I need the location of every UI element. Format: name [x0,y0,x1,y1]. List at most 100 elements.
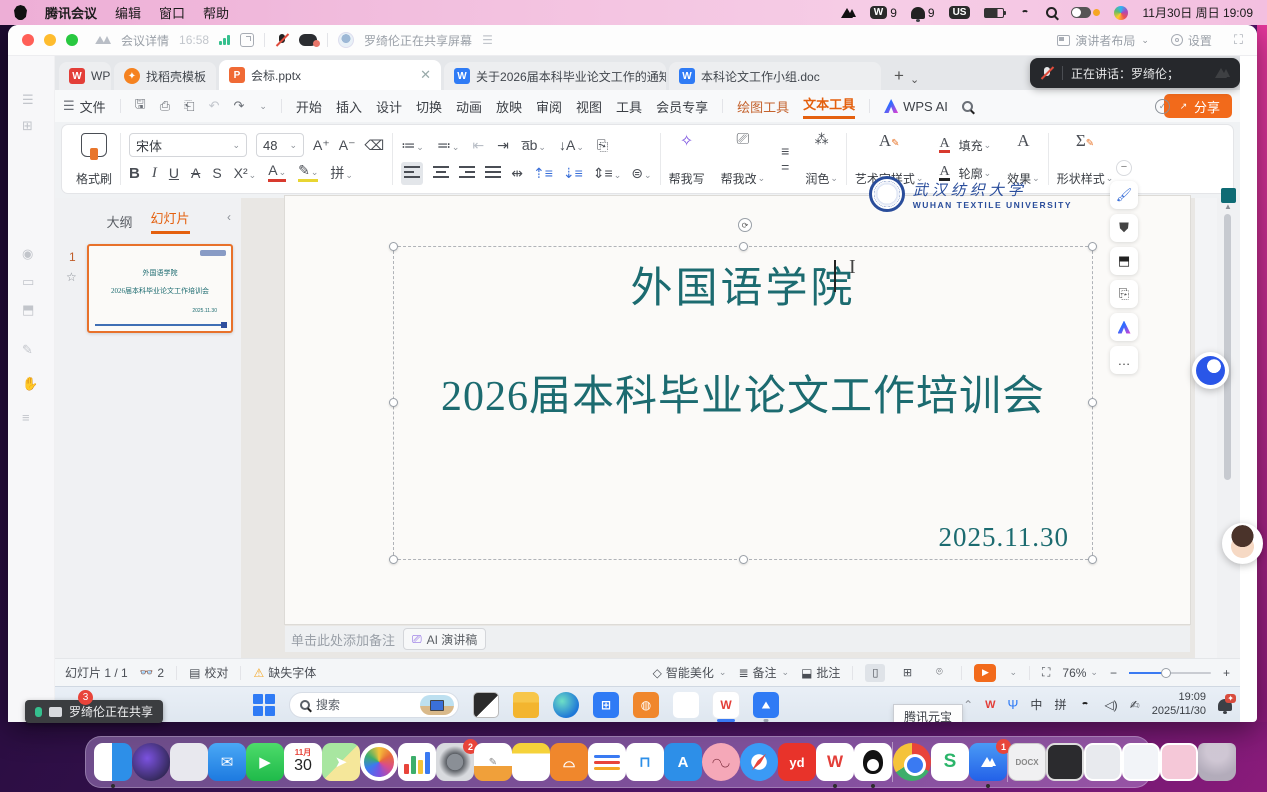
highlight-color-button[interactable]: ✎⌄ [298,164,318,182]
ime-mode[interactable]: 拼 [1054,696,1066,713]
superscript-button[interactable]: X²⌄ [234,165,257,181]
dock-minimized-docx[interactable]: DOCX [1008,743,1046,781]
sharer-list-icon[interactable]: ☰ [482,33,493,47]
style-brush-button[interactable]: 🖌 [1110,181,1138,209]
justify-button[interactable] [485,165,501,182]
slide-date[interactable]: 2025.11.30 [793,522,1093,553]
tray-clock[interactable]: 19:09 2025/11/30 [1152,691,1206,719]
char-spacing-button[interactable]: a̅b⌄ [522,137,546,153]
menu-transition[interactable]: 切换 [416,97,442,116]
print-icon[interactable]: ⎗ [184,98,194,114]
dock-qq-icon[interactable] [854,743,892,781]
dock-keynote-icon[interactable]: ⊓ [626,743,664,781]
resize-handle-n[interactable] [739,242,748,251]
present-device-button[interactable]: ⬒ [1110,247,1138,275]
new-tab-button[interactable]: + [894,66,904,86]
wifi-icon[interactable] [1018,8,1032,18]
notification-bell-item[interactable]: 9 [911,6,935,20]
menubar-edit[interactable]: 编辑 [115,3,141,22]
menubar-help[interactable]: 帮助 [203,3,229,22]
slides-tab[interactable]: 幻灯片 [151,208,190,234]
close-tab-icon[interactable]: ✕ [420,67,431,83]
export-icon[interactable]: ⎙ [160,98,170,114]
menu-view[interactable]: 视图 [576,97,602,116]
slide-title[interactable]: 外国语学院 [393,254,1093,315]
slide-thumbnail[interactable]: 外国语学院 2026届本科毕业论文工作培训会 2025.11.30 [87,244,233,333]
apple-menu-icon[interactable] [14,5,27,20]
menu-insert[interactable]: 插入 [336,97,362,116]
document-tab-group[interactable]: W 本科论文工作小组.doc [669,62,881,90]
meeting-status-icon[interactable] [841,8,856,18]
mic-muted-icon[interactable] [275,33,289,47]
zoom-in-button[interactable]: + [1223,666,1230,680]
zoom-slider-handle[interactable] [1161,668,1171,678]
normal-view-button[interactable]: ▯ [865,664,885,682]
smart-beautify-button[interactable]: ◇智能美化⌄ [653,664,727,681]
dock-textedit-icon[interactable]: ✎ [474,743,512,781]
bullet-list-button[interactable]: ≔⌄ [401,137,424,154]
compare-lines-icon[interactable]: ≡= [773,129,797,189]
dock-notes-icon[interactable] [512,743,550,781]
ime-language[interactable]: 中 [1030,696,1042,713]
share-button[interactable]: ↗ 分享 [1164,94,1232,118]
dock-siri-icon[interactable] [132,743,170,781]
wps-menubar-item[interactable]: W9 [870,6,897,20]
font-size-select[interactable]: 48⌄ [256,133,304,157]
tray-expand-chevron[interactable]: ⌃ [963,698,973,712]
dock-maps-icon[interactable]: ➤ [322,743,360,781]
chat-icon[interactable]: ▭ [22,274,34,290]
increase-font-button[interactable]: A⁺ [313,137,330,154]
dock-meeting-icon[interactable]: 1 [969,743,1007,781]
dock-youdao-icon[interactable]: yd [778,743,816,781]
align-center-button[interactable] [433,165,449,182]
camera-off-icon[interactable] [299,34,317,46]
active-document-tab[interactable]: P 会标.pptx ✕ [219,60,441,90]
hamburger-icon[interactable]: ☰ [22,92,34,108]
vertical-align-button[interactable]: ⊜⌄ [631,165,651,182]
ai-edit-button[interactable]: ⎚ 帮我改⌄ [713,129,774,189]
dock-reminders-icon[interactable] [588,743,626,781]
tray-wifi-icon[interactable] [1078,700,1092,710]
file-menu[interactable]: ☰文件 [63,97,106,116]
rotate-handle[interactable]: ⟳ [738,218,752,232]
layout-switch-button[interactable]: 演讲者布局⌄ [1057,32,1149,49]
resize-handle-sw[interactable] [389,555,398,564]
menu-animation[interactable]: 动画 [456,97,482,116]
dock-stocks-icon[interactable] [398,743,436,781]
notes-placeholder[interactable]: 单击此处添加备注 [291,630,395,649]
zoom-slider[interactable] [1129,672,1211,674]
dock-facetime-icon[interactable]: ▶ [246,743,284,781]
dock-calendar-icon[interactable]: 11月30 [284,743,322,781]
comment-button[interactable]: ⬓批注 [801,664,840,681]
underline-button[interactable]: U [169,165,179,181]
notification-center-icon[interactable]: ✦ [1218,699,1232,711]
proofread-button[interactable]: ▤校对 [189,664,228,681]
decrease-font-button[interactable]: A⁻ [339,137,356,154]
align-left-button[interactable] [401,162,423,185]
distribute-button[interactable]: ⇹ [511,165,523,182]
shadow-button[interactable]: S [212,165,221,181]
dock-minimized-window-pink[interactable] [1160,743,1198,781]
reading-view-button[interactable]: ⌾ [929,664,949,682]
slideshow-play-button[interactable]: ▶ [974,664,996,682]
wps-home-tab[interactable]: W WP [59,62,111,90]
resize-handle-ne[interactable] [1088,242,1097,251]
close-window-button[interactable] [22,34,34,46]
resize-handle-s[interactable] [739,555,748,564]
tray-pen-icon[interactable]: ✍ [1130,698,1140,712]
microsoft-store-button[interactable]: ⊞ [593,692,619,718]
menu-start[interactable]: 开始 [296,97,322,116]
dock-minimized-window-light[interactable] [1084,743,1122,781]
italic-button[interactable]: I [152,165,157,182]
task-view-button[interactable] [473,692,499,718]
missing-font-warning[interactable]: ⚠缺失字体 [253,664,316,681]
sharing-indicator-pill[interactable]: 罗绮伦正在共享 [25,700,163,723]
taskbar-search[interactable]: 搜索 [289,692,459,718]
settings-button[interactable]: 设置 [1171,32,1212,49]
meeting-detail-link[interactable]: 会议详情 [121,32,169,49]
collapse-panel-icon[interactable]: ‹ [227,210,231,224]
menu-tools[interactable]: 工具 [616,97,642,116]
wps-taskbar-button[interactable]: W [713,692,739,718]
text-fill-button[interactable]: A 填充⌄ [939,131,991,159]
zoom-level-select[interactable]: 76%⌄ [1062,666,1098,680]
